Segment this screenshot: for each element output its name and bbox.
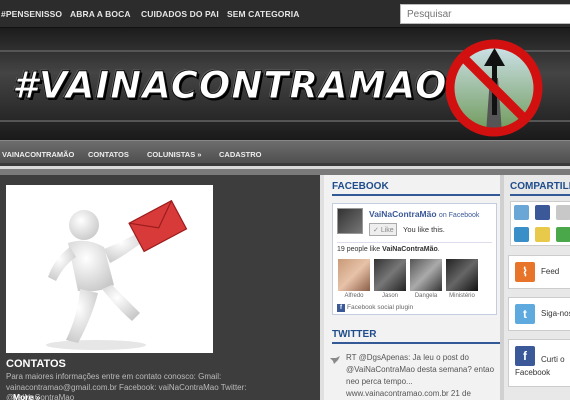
facebook-like-box: VaiNaContraMão on Facebook ✓ Like You li…	[332, 203, 497, 315]
latest-tweet[interactable]: RT @DgsApenas: Ja leu o post do @VaiNaCo…	[346, 352, 501, 400]
twitter-heading: TWITTER	[332, 329, 377, 340]
share-buttons	[510, 201, 570, 246]
nav-item-cuidados-do-pai[interactable]: CUIDADOS DO PAI	[141, 9, 219, 19]
tweet-bird-icon	[330, 356, 340, 364]
nav-item-sem-categoria[interactable]: SEM CATEGORIA	[227, 9, 299, 19]
follow-label: Siga-nos	[541, 309, 570, 318]
fan-avatar[interactable]: Ministério	[446, 259, 478, 299]
people-count-text: 19 people like	[337, 246, 381, 253]
page-avatar[interactable]	[337, 208, 363, 234]
site-logo-title[interactable]: #VAINACONTRAMAO	[11, 64, 447, 108]
nav-item-pensenisso[interactable]: #PENSENISSO	[1, 9, 62, 19]
fan-avatar[interactable]: Dangela	[410, 259, 442, 299]
search-input[interactable]	[400, 4, 570, 24]
facebook-share-icon[interactable]	[535, 205, 550, 220]
facebook-widget-label: Curti o Facebook	[515, 355, 565, 377]
heading-rule	[332, 342, 500, 344]
like-button-label: Like	[380, 227, 394, 234]
facebook-page-link[interactable]: VaiNaContraMão	[369, 209, 437, 219]
subnav-item-cadastro[interactable]: CADASTRO	[219, 150, 262, 159]
heading-rule	[510, 194, 570, 196]
heading-rule	[332, 194, 500, 196]
people-count-page[interactable]: VaiNaContraMão	[382, 246, 438, 253]
subnav-item-vainacontramao[interactable]: VAINACONTRAMÃO	[2, 150, 74, 159]
twitter-follow-widget[interactable]: t Siga-nos	[508, 297, 570, 331]
post-title[interactable]: CONTATOS	[6, 358, 66, 370]
read-more-link[interactable]: More »	[13, 392, 40, 400]
twitter-icon: t	[515, 304, 535, 324]
feed-label: Feed	[541, 267, 560, 276]
sidebar-middle: FACEBOOK VaiNaContraMão on Facebook ✓ Li…	[320, 175, 500, 400]
nav-item-abra-a-boca[interactable]: ABRA A BOCA	[70, 9, 131, 19]
like-button[interactable]: ✓ Like	[369, 223, 397, 236]
person-with-envelope-image	[46, 199, 188, 350]
fan-avatar[interactable]: Alfredo	[338, 259, 370, 299]
fan-name: Ministério	[449, 293, 475, 299]
featured-post: CONTATOS Para maiores informações entre …	[0, 175, 320, 400]
on-facebook-label: on Facebook	[438, 212, 480, 219]
fan-name: Jason	[381, 293, 398, 299]
like-status: You like this.	[403, 225, 445, 234]
site-banner: #VAINACONTRAMAO	[0, 28, 570, 140]
share-heading: COMPARTILHE	[510, 181, 570, 192]
post-excerpt: Para maiores informações entre em contat…	[6, 372, 247, 400]
more-share-icon[interactable]	[556, 227, 570, 242]
secondary-navigation: VAINACONTRAMÃO CONTATOS COLUNISTAS » CAD…	[0, 140, 570, 166]
fan-name: Alfredo	[344, 293, 364, 299]
facebook-icon: f	[337, 304, 345, 312]
delicious-share-icon[interactable]	[535, 227, 550, 242]
rss-feed-icon: ⌇	[515, 262, 535, 282]
digg-share-icon[interactable]	[556, 205, 570, 220]
twitter-share-icon[interactable]	[514, 205, 529, 220]
social-plugin-credit[interactable]: f Facebook social plugin	[337, 304, 413, 312]
subnav-item-contatos[interactable]: CONTATOS	[88, 150, 129, 159]
top-navigation: #PENSENISSO ABRA A BOCA CUIDADOS DO PAI …	[0, 0, 570, 28]
subnav-item-colunistas[interactable]: COLUNISTAS »	[147, 150, 201, 159]
people-count: 19 people like VaiNaContraMão.	[337, 246, 440, 253]
facebook-like-widget[interactable]: f Curti o Facebook	[508, 339, 570, 387]
no-entry-sign-icon	[445, 39, 543, 137]
fan-avatar[interactable]: Jason	[374, 259, 406, 299]
sidebar-right: COMPARTILHE ⌇ Feed t Siga-nos f Curti o …	[500, 175, 570, 400]
featured-image[interactable]	[6, 185, 213, 353]
feed-widget[interactable]: ⌇ Feed	[508, 255, 570, 289]
facebook-heading: FACEBOOK	[332, 181, 389, 192]
divider	[337, 242, 492, 243]
stumbleupon-share-icon[interactable]	[514, 227, 529, 242]
fan-name: Dangela	[414, 293, 438, 299]
